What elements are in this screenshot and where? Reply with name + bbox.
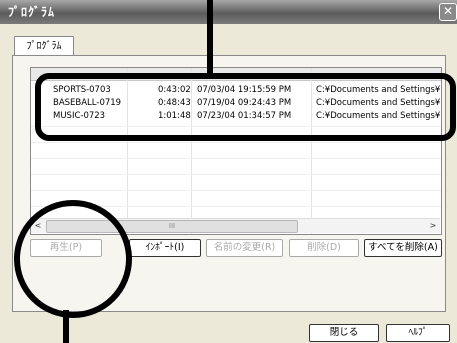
import-button[interactable]: ｲﾝﾎﾟｰﾄ(I): [129, 239, 201, 257]
delete-button[interactable]: 削除(D): [289, 239, 359, 257]
rename-button[interactable]: 名前の変更(R): [206, 239, 283, 257]
scroll-right-icon[interactable]: >: [427, 220, 439, 231]
row-divider: [31, 142, 441, 143]
row-divider: [31, 158, 441, 159]
callout-line-top: [207, 0, 213, 75]
help-button[interactable]: ﾍﾙﾌﾟ: [386, 324, 450, 342]
close-icon[interactable]: ✕: [439, 3, 457, 21]
tab-program[interactable]: ﾌﾟﾛｸﾞﾗﾑ: [14, 36, 74, 57]
close-button[interactable]: 閉じる: [309, 324, 379, 342]
row-divider: [31, 190, 441, 191]
title-bar[interactable]: ﾌﾟﾛｸﾞﾗﾑ ✕: [0, 0, 457, 24]
callout-line-bottom: [63, 310, 69, 343]
program-window: ﾌﾟﾛｸﾞﾗﾑ ✕ ﾌﾟﾛｸﾞﾗﾑ SPORTS-0703 0:43:02 07…: [0, 0, 457, 343]
delete-all-button[interactable]: すべてを削除(A): [364, 239, 442, 257]
callout-rows-highlight: [35, 73, 456, 141]
row-divider: [31, 174, 441, 175]
callout-play-highlight: [14, 200, 132, 318]
window-title: ﾌﾟﾛｸﾞﾗﾑ: [8, 5, 56, 19]
